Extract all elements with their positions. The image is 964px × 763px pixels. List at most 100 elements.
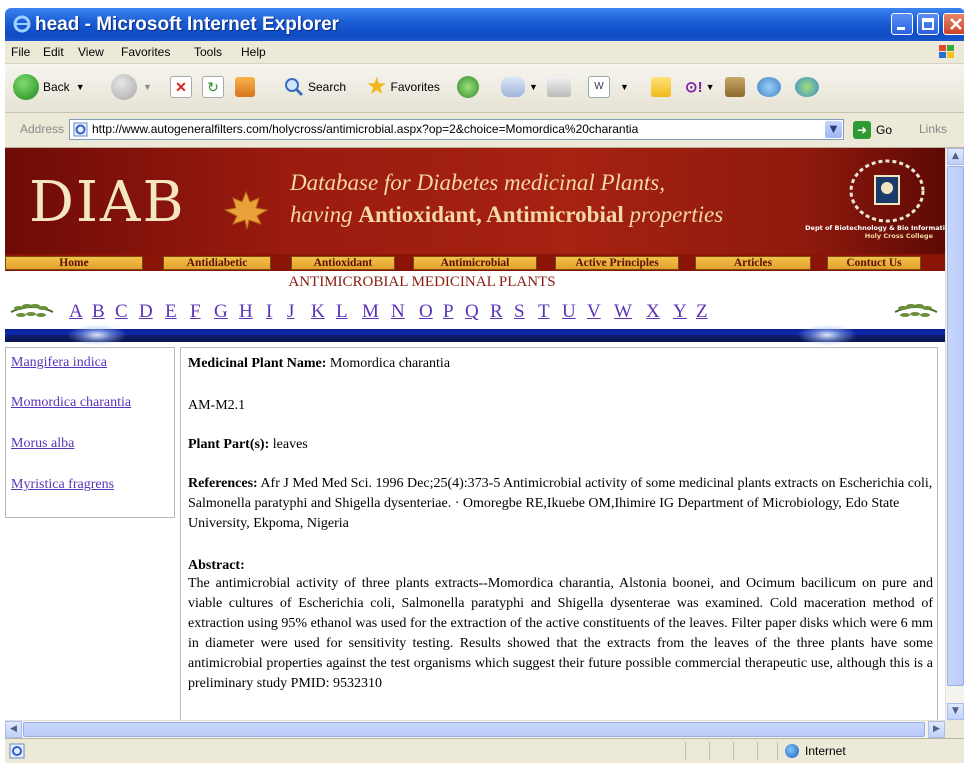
letter-link-j[interactable]: J [287, 301, 294, 323]
related-button[interactable] [757, 72, 781, 102]
stop-button[interactable]: ✕ [170, 72, 192, 102]
back-label: Back [43, 80, 70, 94]
menu-edit[interactable]: Edit [43, 45, 64, 59]
scroll-up-icon[interactable]: ▲ [947, 148, 964, 165]
fern-decoration-icon [894, 304, 938, 317]
menu-file[interactable]: File [11, 45, 30, 59]
letter-link-l[interactable]: L [336, 301, 348, 323]
print-button[interactable] [547, 72, 571, 102]
menu-tools[interactable]: Tools [194, 45, 222, 59]
divider-glow [67, 324, 127, 346]
back-button[interactable]: Back ▼ [13, 72, 85, 102]
abstract-text: The antimicrobial activity of three plan… [188, 576, 933, 691]
scroll-down-icon[interactable]: ▼ [947, 703, 964, 720]
search-button[interactable]: Search [283, 72, 346, 102]
scroll-corner [945, 720, 964, 738]
contacts-button[interactable] [795, 72, 819, 102]
nav-contact-us[interactable]: Contuct Us [827, 256, 921, 270]
plant-link-mangifera-indica[interactable]: Mangifera indica [11, 355, 107, 371]
plant-part-value: leaves [269, 437, 308, 452]
abstract-heading: Abstract: [188, 558, 245, 573]
forward-button[interactable]: ▼ [111, 72, 152, 102]
search-icon [285, 78, 304, 97]
plant-name-row: Medicinal Plant Name: Momordica charanti… [188, 354, 940, 374]
vertical-scrollbar[interactable]: ▲ ▼ [945, 148, 964, 720]
menu-favorites[interactable]: Favorites [121, 45, 170, 59]
maximize-button[interactable] [917, 13, 939, 35]
close-icon [950, 18, 962, 30]
nav-antimicrobial[interactable]: Antimicrobial [413, 256, 537, 270]
plant-link-momordica-charantia[interactable]: Momordica charantia [11, 395, 131, 411]
ie-logo-icon [13, 15, 31, 33]
history-button[interactable] [457, 72, 479, 102]
letter-link-u[interactable]: U [562, 301, 576, 323]
letter-link-b[interactable]: B [92, 301, 105, 323]
references-row: References: Afr J Med Med Sci. 1996 Dec;… [188, 474, 933, 534]
favorites-button[interactable]: ★ Favorites [366, 72, 440, 102]
go-arrow-icon: ➜ [853, 121, 871, 139]
letter-link-y[interactable]: Y [673, 301, 687, 323]
scroll-left-icon[interactable]: ◀ [5, 721, 22, 738]
links-toolbar[interactable]: Links [919, 122, 947, 136]
letter-link-q[interactable]: Q [465, 301, 479, 323]
nav-antidiabetic[interactable]: Antidiabetic [163, 256, 271, 270]
address-input[interactable]: http://www.autogeneralfilters.com/holycr… [69, 119, 844, 140]
plant-name-label: Medicinal Plant Name: [188, 356, 327, 371]
research-button[interactable] [725, 72, 745, 102]
letter-link-w[interactable]: W [614, 301, 632, 323]
plant-link-morus-alba[interactable]: Morus alba [11, 436, 74, 452]
menu-help[interactable]: Help [241, 45, 266, 59]
refresh-button[interactable]: ↻ [202, 72, 224, 102]
chevron-down-icon[interactable]: ▼ [825, 121, 842, 138]
status-divider [709, 742, 710, 760]
plant-code: AM-M2.1 [188, 398, 246, 413]
letter-link-c[interactable]: C [115, 301, 128, 323]
letter-link-d[interactable]: D [139, 301, 153, 323]
letter-link-g[interactable]: G [214, 301, 228, 323]
address-bar: Address http://www.autogeneralfilters.co… [5, 113, 964, 148]
letter-link-n[interactable]: N [391, 301, 405, 323]
nav-antioxidant[interactable]: Antioxidant [291, 256, 395, 270]
letter-link-t[interactable]: T [538, 301, 550, 323]
letter-link-r[interactable]: R [490, 301, 503, 323]
letter-link-a[interactable]: A [69, 301, 83, 323]
scroll-right-icon[interactable]: ▶ [928, 721, 945, 738]
letter-link-s[interactable]: S [514, 301, 525, 323]
nav-home[interactable]: Home [5, 256, 143, 270]
horizontal-scrollbar[interactable]: ◀ ▶ [5, 720, 945, 739]
letter-link-f[interactable]: F [190, 301, 201, 323]
edit-button[interactable]: W ▼ [588, 72, 629, 102]
divider-glow [797, 324, 857, 346]
site-nav: Home Antidiabetic Antioxidant Antimicrob… [5, 254, 945, 271]
home-button[interactable] [235, 72, 255, 102]
letter-link-k[interactable]: K [311, 301, 325, 323]
title-bar: head - Microsoft Internet Explorer [5, 8, 964, 41]
mail-button[interactable]: ▼ [501, 72, 538, 102]
horizontal-scroll-thumb[interactable] [23, 722, 925, 737]
menu-view[interactable]: View [78, 45, 104, 59]
nav-articles[interactable]: Articles [695, 256, 811, 270]
vertical-scroll-thumb[interactable] [947, 166, 964, 686]
letter-link-v[interactable]: V [587, 301, 601, 323]
letter-link-e[interactable]: E [165, 301, 177, 323]
go-button[interactable]: ➜ Go [853, 121, 892, 139]
notes-button[interactable] [651, 72, 671, 102]
close-button[interactable] [943, 13, 964, 35]
letter-link-x[interactable]: X [646, 301, 660, 323]
messenger-button[interactable]: ⊙! ▼ [685, 72, 715, 102]
letter-link-h[interactable]: H [239, 301, 253, 323]
letter-link-o[interactable]: O [419, 301, 433, 323]
letter-link-p[interactable]: P [443, 301, 454, 323]
letter-link-z[interactable]: Z [696, 301, 708, 323]
nav-active-principles[interactable]: Active Principles [555, 256, 679, 270]
status-divider [685, 742, 686, 760]
plant-link-myristica-fragrens[interactable]: Myristica fragrens [11, 477, 114, 493]
stop-icon: ✕ [170, 76, 192, 98]
tagline-line1: Database for Diabetes medicinal Plants, [290, 170, 665, 195]
letter-link-m[interactable]: M [362, 301, 379, 323]
address-url: http://www.autogeneralfilters.com/holycr… [92, 122, 639, 136]
letter-link-i[interactable]: I [266, 301, 272, 323]
references-label: References: [188, 476, 258, 491]
plant-part-label: Plant Part(s): [188, 437, 270, 452]
minimize-button[interactable] [891, 13, 913, 35]
